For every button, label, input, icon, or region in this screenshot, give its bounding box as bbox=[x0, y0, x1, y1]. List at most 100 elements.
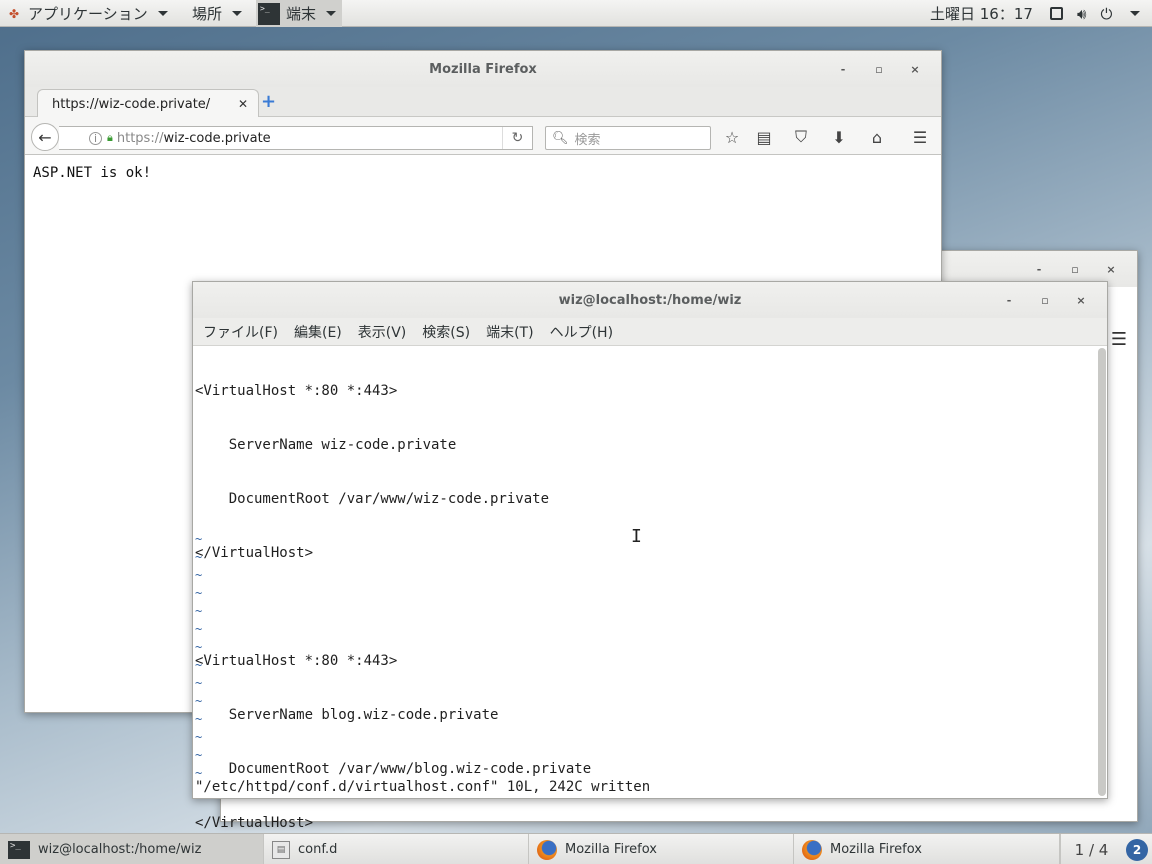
url-protocol: https:// bbox=[116, 130, 164, 146]
applications-icon: ✤ bbox=[8, 6, 20, 21]
tilde-line: ~ bbox=[195, 532, 203, 546]
window-title: wiz@localhost:/home/wiz bbox=[558, 292, 742, 308]
titlebar[interactable]: Mozilla Firefox - ▫ × bbox=[25, 51, 941, 87]
terminal-line: </VirtualHost> bbox=[195, 815, 314, 831]
menu-search[interactable]: 検索(S) bbox=[414, 322, 478, 342]
terminal-line: ServerName wiz-code.private bbox=[195, 437, 457, 453]
menu-terminal[interactable]: 端末(T) bbox=[478, 322, 541, 342]
terminal-app-menu[interactable]: >_ 端末 bbox=[256, 0, 343, 27]
taskbar-item-terminal[interactable]: >_ wiz@localhost:/home/wiz bbox=[0, 834, 264, 864]
info-icon[interactable]: i bbox=[89, 131, 102, 145]
tilde-line: ~ bbox=[195, 694, 203, 708]
file-manager-icon: ▤ bbox=[272, 840, 290, 859]
window-controls: - ▫ × bbox=[991, 282, 1099, 318]
chevron-down-icon bbox=[326, 11, 337, 16]
maximize-button[interactable]: ▫ bbox=[1027, 294, 1063, 307]
vim-status-line: "/etc/httpd/conf.d/virtualhost.conf" 10L… bbox=[195, 779, 651, 795]
taskbar-item-label: Mozilla Firefox bbox=[830, 842, 922, 857]
maximize-button[interactable]: ▫ bbox=[1057, 263, 1093, 276]
bookmark-star-icon[interactable]: ☆ bbox=[719, 126, 745, 148]
back-button[interactable]: ← bbox=[31, 123, 59, 151]
menu-edit[interactable]: 編集(E) bbox=[286, 322, 350, 342]
chevron-down-icon bbox=[232, 11, 243, 16]
places-menu[interactable]: 場所 bbox=[192, 0, 243, 27]
titlebar[interactable]: wiz@localhost:/home/wiz - ▫ × bbox=[193, 282, 1107, 318]
terminal-line: DocumentRoot /var/www/blog.wiz-code.priv… bbox=[195, 761, 592, 777]
pocket-icon[interactable]: ⛉ bbox=[788, 126, 814, 148]
taskbar-item-label: wiz@localhost:/home/wiz bbox=[38, 842, 202, 857]
clock[interactable]: 土曜日 16：17 bbox=[930, 0, 1033, 27]
applications-menu[interactable]: ✤ アプリケーション bbox=[6, 0, 168, 27]
close-button[interactable]: × bbox=[1093, 263, 1129, 276]
scrollbar[interactable] bbox=[1098, 348, 1106, 796]
tilde-line: ~ bbox=[195, 586, 203, 600]
tab-wiz-code[interactable]: https://wiz-code.private/ ✕ bbox=[37, 89, 259, 118]
close-button[interactable]: × bbox=[1063, 294, 1099, 307]
applications-label: アプリケーション bbox=[28, 5, 148, 23]
tilde-line: ~ bbox=[195, 640, 203, 654]
search-input[interactable]: 🔍︎ 検索 bbox=[545, 126, 711, 150]
menu-view[interactable]: 表示(V) bbox=[350, 322, 415, 342]
bookmarks-list-icon[interactable]: ▤ bbox=[751, 126, 777, 148]
maximize-button[interactable]: ▫ bbox=[861, 63, 897, 76]
terminal-line: </VirtualHost> bbox=[195, 545, 314, 561]
minimize-button[interactable]: - bbox=[991, 294, 1027, 307]
minimize-button[interactable]: - bbox=[825, 63, 861, 76]
menu-help[interactable]: ヘルプ(H) bbox=[542, 322, 621, 342]
workspace-indicator[interactable]: 1 / 4 bbox=[1060, 834, 1122, 864]
menu-file[interactable]: ファイル(F) bbox=[195, 322, 286, 342]
lock-icon[interactable]: 🔒︎ bbox=[107, 131, 113, 145]
message-tray-badge[interactable]: 2 bbox=[1126, 839, 1148, 861]
page-content: ASP.NET is ok! bbox=[25, 155, 941, 191]
menu-icon[interactable]: ☰ bbox=[907, 126, 933, 148]
window-list-taskbar: >_ wiz@localhost:/home/wiz ▤ conf.d Mozi… bbox=[0, 833, 1152, 864]
terminal-line: DocumentRoot /var/www/wiz-code.private bbox=[195, 491, 550, 507]
clock-label: 土曜日 16：17 bbox=[930, 5, 1033, 23]
url-bar[interactable]: i 🔒︎ https://wiz-code.private ↻ bbox=[59, 126, 533, 150]
power-icon: ⏻ bbox=[1100, 4, 1113, 23]
tilde-line: ~ bbox=[195, 712, 203, 726]
terminal-icon: >_ bbox=[258, 2, 280, 25]
taskbar-item-label: Mozilla Firefox bbox=[565, 842, 657, 857]
search-placeholder: 検索 bbox=[574, 132, 601, 148]
menu-icon[interactable]: ☰ bbox=[1111, 329, 1127, 350]
tab-title: https://wiz-code.private/ bbox=[52, 96, 211, 112]
chevron-down-icon bbox=[1130, 11, 1141, 16]
taskbar-item-firefox-1[interactable]: Mozilla Firefox bbox=[529, 834, 794, 864]
new-tab-button[interactable]: + bbox=[261, 91, 276, 112]
url-host: wiz-code.private bbox=[163, 130, 271, 146]
places-label: 場所 bbox=[192, 5, 223, 23]
vim-empty-lines: ~ ~ ~ ~ ~ ~ ~ ~ ~ ~ ~ ~ ~ ~ bbox=[195, 530, 202, 782]
home-icon[interactable]: ⌂ bbox=[864, 126, 890, 148]
top-panel: ✤ アプリケーション 場所 >_ 端末 土曜日 16：17 🔊︎ ⏻ bbox=[0, 0, 1152, 27]
search-icon: 🔍︎ bbox=[552, 130, 569, 146]
firefox-icon bbox=[802, 839, 822, 860]
terminal-body[interactable]: <VirtualHost *:80 *:443> ServerName wiz-… bbox=[193, 346, 1107, 831]
taskbar-item-conf-d[interactable]: ▤ conf.d bbox=[264, 834, 529, 864]
tilde-line: ~ bbox=[195, 604, 203, 618]
system-status-menu[interactable]: 🔊︎ ⏻ bbox=[1050, 0, 1141, 27]
terminal-line: <VirtualHost *:80 *:443> bbox=[195, 653, 398, 669]
tilde-line: ~ bbox=[195, 622, 203, 636]
taskbar-item-label: conf.d bbox=[298, 842, 338, 857]
taskbar-item-firefox-2[interactable]: Mozilla Firefox bbox=[794, 834, 1060, 864]
navigation-toolbar: ← i 🔒︎ https://wiz-code.private ↻ 🔍︎ 検索 … bbox=[25, 117, 941, 155]
close-tab-icon[interactable]: ✕ bbox=[238, 97, 248, 111]
chevron-down-icon bbox=[157, 11, 168, 16]
reload-icon[interactable]: ↻ bbox=[502, 127, 532, 149]
minimize-button[interactable]: - bbox=[1021, 263, 1057, 276]
download-icon[interactable]: ⬇ bbox=[826, 126, 852, 148]
page-text: ASP.NET is ok! bbox=[33, 165, 152, 181]
tilde-line: ~ bbox=[195, 730, 203, 744]
close-button[interactable]: × bbox=[897, 63, 933, 76]
terminal-menubar: ファイル(F) 編集(E) 表示(V) 検索(S) 端末(T) ヘルプ(H) bbox=[193, 318, 1107, 346]
terminal-line: ServerName blog.wiz-code.private bbox=[195, 707, 499, 723]
text-cursor-icon: I bbox=[631, 526, 642, 547]
terminal-icon: >_ bbox=[8, 840, 30, 859]
terminal-app-label: 端末 bbox=[286, 5, 317, 23]
volume-icon: 🔊︎ bbox=[1077, 4, 1087, 23]
terminal-window[interactable]: wiz@localhost:/home/wiz - ▫ × ファイル(F) 編集… bbox=[192, 281, 1108, 831]
tilde-line: ~ bbox=[195, 568, 203, 582]
window-controls: - ▫ × bbox=[825, 51, 933, 87]
